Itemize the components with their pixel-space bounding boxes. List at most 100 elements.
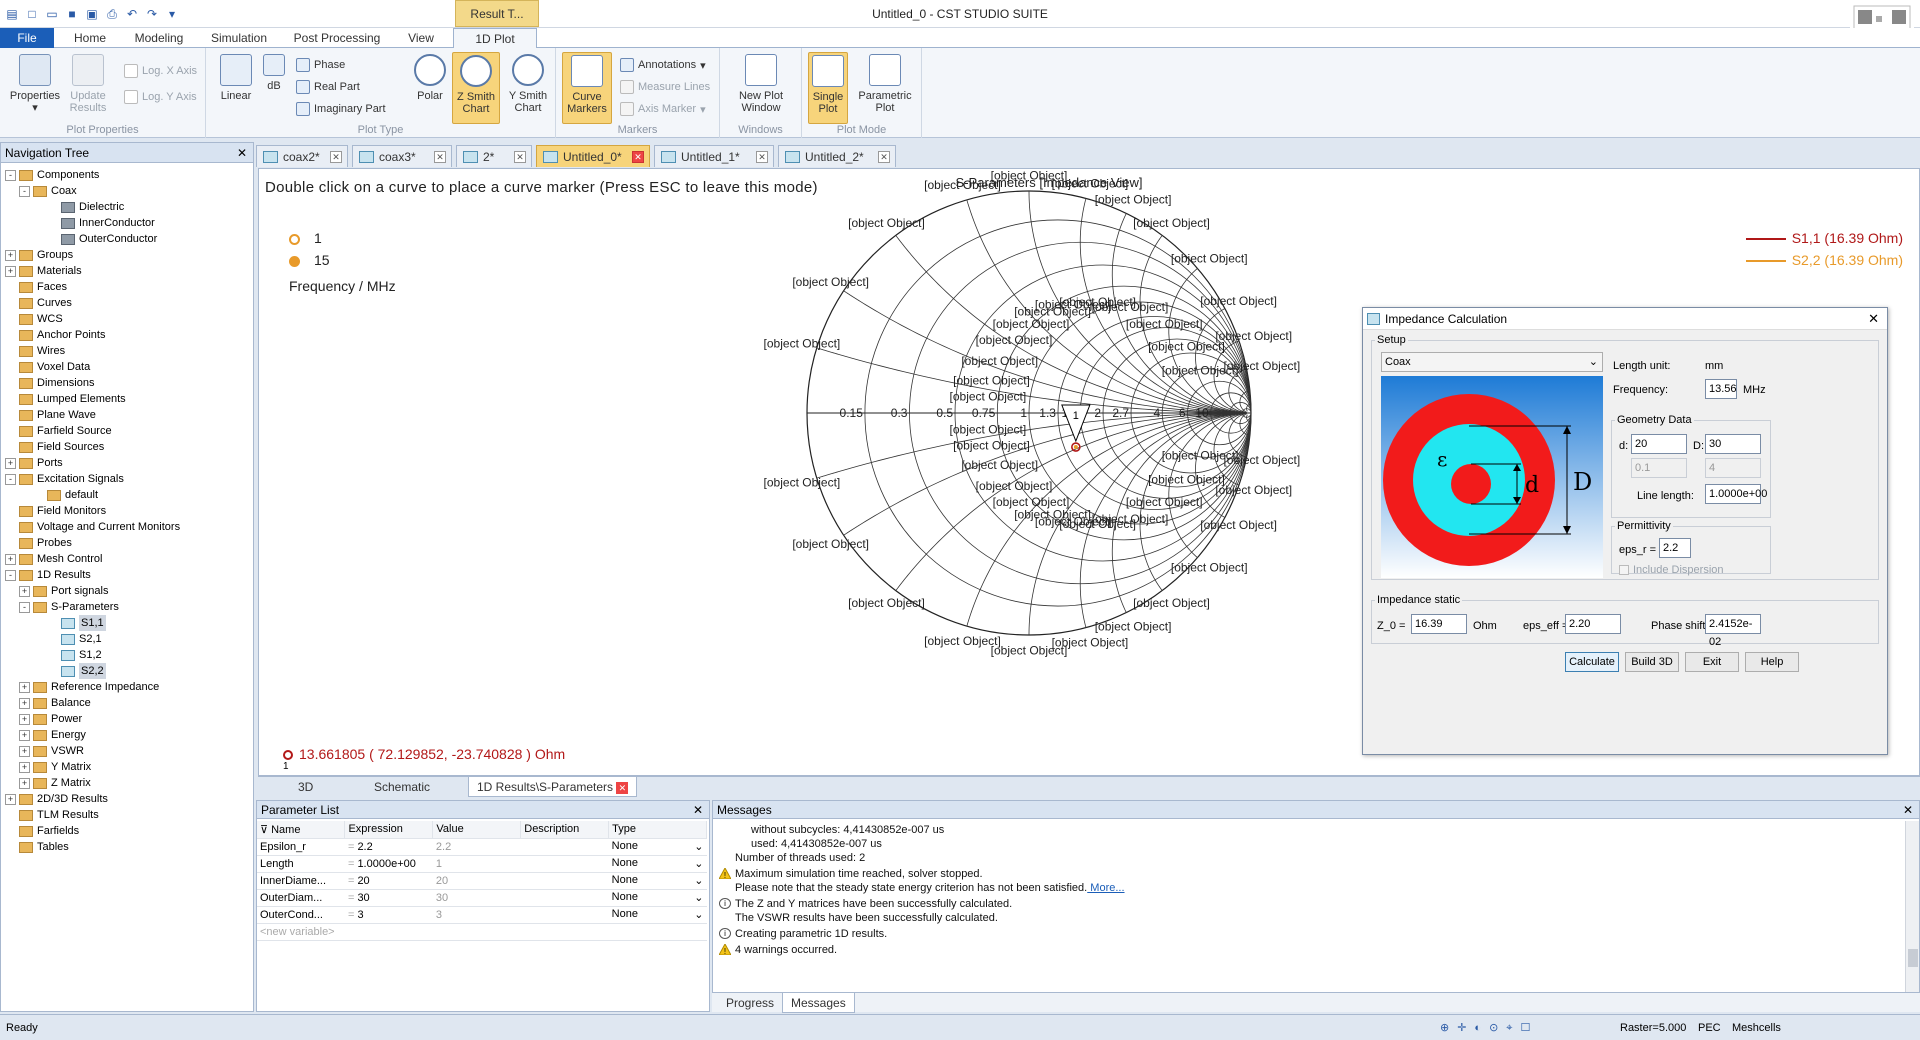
tree-item[interactable]: Tables (5, 839, 180, 855)
expand-toggle-icon[interactable]: + (19, 745, 30, 757)
close-icon[interactable]: ✕ (756, 151, 768, 163)
close-icon[interactable]: ✕ (616, 782, 629, 794)
tree-item[interactable]: Field Monitors (5, 503, 180, 519)
tree-item[interactable]: S1,1 (5, 615, 180, 631)
expand-toggle-icon[interactable]: + (19, 729, 30, 741)
tree-item[interactable]: + VSWR (5, 743, 180, 759)
tree-item[interactable]: - Excitation Signals (5, 471, 180, 487)
close-icon[interactable]: ✕ (1903, 801, 1913, 819)
calculate-button[interactable]: Calculate (1565, 652, 1619, 672)
tab-post-processing[interactable]: Post Processing (284, 28, 390, 48)
tree-item[interactable]: Probes (5, 535, 180, 551)
table-cell[interactable]: = 20 (344, 872, 433, 890)
tree-item[interactable]: Farfields (5, 823, 180, 839)
include-dispersion-checkbox[interactable]: Include Dispersion (1619, 564, 1724, 576)
tree-item[interactable]: default (5, 487, 180, 503)
smith-chart[interactable]: 0.150.30.50.7511.31.622.74610[object Obj… (759, 168, 1359, 799)
single-plot-button[interactable]: Single Plot (808, 52, 848, 124)
tree-item[interactable]: + Groups (5, 247, 180, 263)
expand-toggle-icon[interactable]: - (19, 185, 30, 197)
tree-item[interactable]: - S-Parameters (5, 599, 180, 615)
tree-item[interactable]: + Port signals (5, 583, 180, 599)
doc-tab[interactable]: Untitled_1* ✕ (654, 145, 774, 167)
tab-modeling[interactable]: Modeling (124, 28, 194, 48)
table-row[interactable]: OuterDiam... = 30 30 None ⌄ (257, 889, 707, 907)
scrollbar-thumb[interactable] (1908, 949, 1918, 967)
tree-item[interactable]: Plane Wave (5, 407, 180, 423)
tree-item[interactable]: TLM Results (5, 807, 180, 823)
series-legend-item[interactable]: S1,1 (16.39 Ohm) (1745, 227, 1903, 249)
tree-item[interactable]: S1,2 (5, 647, 180, 663)
close-icon[interactable]: ✕ (632, 151, 644, 163)
chevron-down-icon[interactable]: ⌄ (694, 857, 703, 870)
column-header[interactable]: Expression (344, 821, 434, 839)
tree-item[interactable]: Dimensions (5, 375, 180, 391)
tree-item[interactable]: - 1D Results (5, 567, 180, 583)
tree-item[interactable]: OuterConductor (5, 231, 180, 247)
polar-button[interactable]: Polar (412, 54, 448, 102)
new-variable-row[interactable]: <new variable> (257, 923, 707, 941)
tree-item[interactable]: Dielectric (5, 199, 180, 215)
tree-item[interactable]: + Power (5, 711, 180, 727)
log-x-axis-checkbox[interactable]: Log. X Axis (124, 64, 197, 78)
tree-item[interactable]: WCS (5, 311, 180, 327)
db-button[interactable]: dB (260, 54, 288, 92)
doc-tab[interactable]: 2* ✕ (456, 145, 532, 167)
tab-messages[interactable]: Messages (782, 993, 855, 1013)
expand-toggle-icon[interactable]: + (19, 585, 30, 597)
table-row[interactable]: OuterCond... = 3 3 None ⌄ (257, 906, 707, 924)
expand-toggle-icon[interactable]: - (5, 473, 16, 485)
expand-toggle-icon[interactable]: - (5, 569, 16, 581)
close-icon[interactable]: ✕ (1868, 308, 1879, 330)
close-icon[interactable]: ✕ (693, 801, 703, 819)
tree-item[interactable]: Anchor Points (5, 327, 180, 343)
tree-item[interactable]: Lumped Elements (5, 391, 180, 407)
tree-item[interactable]: Field Sources (5, 439, 180, 455)
curve-markers-button[interactable]: Curve Markers (562, 52, 612, 124)
frequency-field[interactable]: 13.56 (1705, 379, 1737, 399)
chevron-down-icon[interactable]: ⌄ (694, 891, 703, 904)
column-header[interactable]: Description (520, 821, 610, 839)
expand-toggle-icon[interactable]: + (5, 265, 16, 277)
table-cell[interactable]: = 2.2 (344, 838, 433, 856)
tree-item[interactable]: - Components (5, 167, 180, 183)
scrollbar[interactable] (1905, 821, 1919, 993)
inner-diameter-field[interactable]: 20 (1631, 434, 1687, 454)
tree-item[interactable]: - Coax (5, 183, 180, 199)
annotations-button[interactable]: Annotations ▾ (620, 58, 706, 72)
tree-item[interactable]: Voltage and Current Monitors (5, 519, 180, 535)
tree-item[interactable]: + Ports (5, 455, 180, 471)
eps-eff-field[interactable]: 2.20 (1565, 614, 1621, 634)
expand-toggle-icon[interactable]: + (19, 713, 30, 725)
help-button[interactable]: Help (1745, 652, 1799, 672)
chevron-down-icon[interactable]: ⌄ (694, 840, 703, 853)
close-icon[interactable]: ✕ (878, 151, 890, 163)
tree-item[interactable]: + Reference Impedance (5, 679, 180, 695)
tree-item[interactable]: Curves (5, 295, 180, 311)
expand-toggle-icon[interactable]: - (19, 601, 30, 613)
log-y-axis-checkbox[interactable]: Log. Y Axis (124, 90, 197, 104)
y-smith-chart-button[interactable]: Y Smith Chart (504, 54, 552, 114)
tab-progress[interactable]: Progress (718, 993, 782, 1013)
close-icon[interactable]: ✕ (237, 143, 247, 163)
measure-lines-button[interactable]: Measure Lines (620, 80, 710, 94)
real-part-button[interactable]: Real Part (296, 80, 360, 94)
tree-item[interactable]: Faces (5, 279, 180, 295)
table-cell[interactable]: = 30 (344, 889, 433, 907)
tree-item[interactable]: + Z Matrix (5, 775, 180, 791)
tab-view[interactable]: View (396, 28, 446, 48)
eps-r-field[interactable]: 2.2 (1659, 538, 1691, 558)
close-icon[interactable]: ✕ (434, 151, 446, 163)
doc-tab[interactable]: coax3* ✕ (352, 145, 452, 167)
tree-item[interactable]: S2,2 (5, 663, 180, 679)
tree-item[interactable]: + Mesh Control (5, 551, 180, 567)
expand-toggle-icon[interactable]: + (19, 777, 30, 789)
view-tools-icons[interactable]: ⊕✛◐⊙⌖☐ (1440, 1015, 1538, 1040)
tab-schematic[interactable]: Schematic (366, 777, 438, 797)
column-header[interactable]: Type (608, 821, 707, 839)
expand-toggle-icon[interactable]: + (5, 553, 16, 565)
line-type-select[interactable]: Coax ⌄ (1381, 352, 1603, 372)
table-cell[interactable]: = 3 (344, 906, 433, 924)
tab-1d-results[interactable]: 1D Results\S-Parameters ✕ (468, 777, 638, 797)
column-header[interactable]: ⊽ Name (257, 821, 346, 839)
